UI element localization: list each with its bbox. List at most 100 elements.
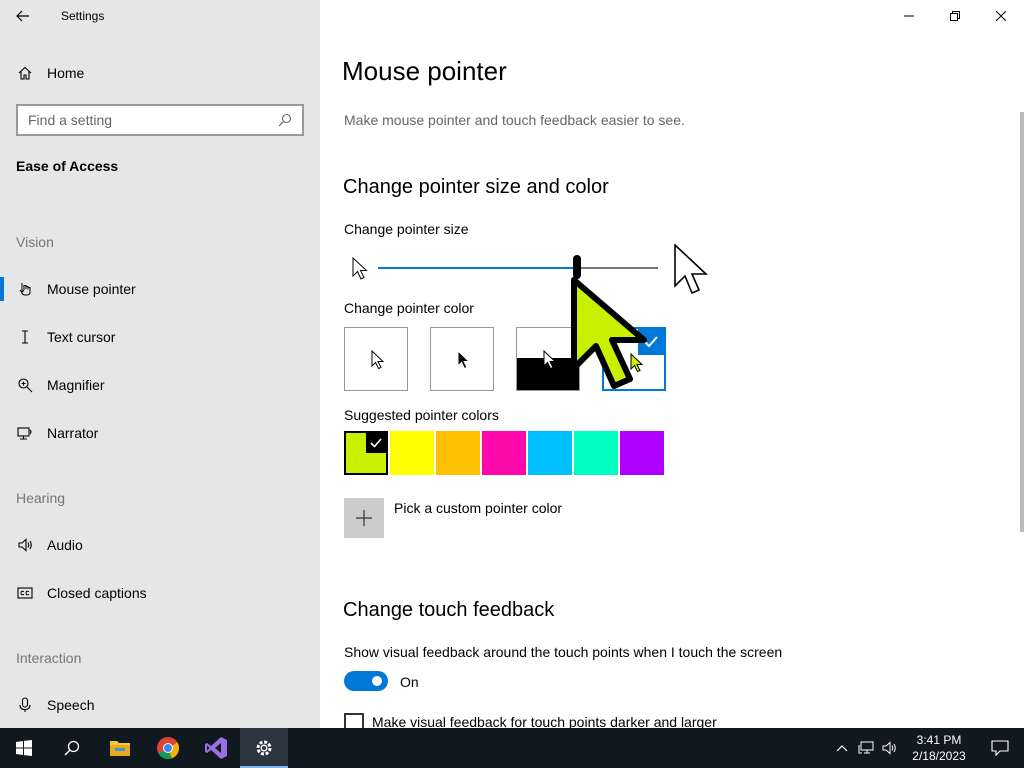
pointer-color-label: Change pointer color (344, 300, 474, 316)
narrator-icon (17, 425, 33, 441)
minimize-button[interactable] (886, 0, 932, 32)
suggested-colors (344, 431, 666, 475)
pointer-size-slider[interactable] (378, 255, 658, 279)
show-hidden-icons-button[interactable] (830, 728, 854, 768)
current-section-title: Ease of Access (16, 158, 119, 174)
swatch-check (366, 433, 386, 453)
sidebar-item-home[interactable]: Home (0, 57, 320, 89)
toggle-state-label: On (400, 674, 419, 690)
audio-icon (17, 537, 33, 553)
sidebar-item-speech[interactable]: Speech (0, 685, 320, 725)
start-button[interactable] (0, 728, 48, 768)
volume-button[interactable] (878, 728, 902, 768)
page-title: Mouse pointer (342, 56, 507, 86)
file-explorer-icon (110, 741, 130, 756)
sidebar-item-narrator[interactable]: Narrator (0, 413, 320, 453)
search-input[interactable]: Find a setting (16, 104, 304, 136)
plus-icon (356, 510, 372, 526)
clock[interactable]: 3:41 PM 2/18/2023 (902, 732, 976, 764)
section-heading-touch: Change touch feedback (343, 599, 555, 621)
sidebar-item-text-cursor[interactable]: Text cursor (0, 317, 320, 357)
white-pointer-icon (371, 350, 385, 370)
visual-studio-button[interactable] (192, 728, 240, 768)
window-controls (886, 0, 1024, 32)
current-pointer-preview-icon (571, 277, 647, 389)
sidebar: Settings Home Find a setting Ease of Acc… (0, 0, 320, 728)
restore-icon (950, 11, 960, 21)
large-pointer-icon (674, 244, 708, 295)
sidebar-item-label: Speech (47, 697, 95, 713)
settings-button[interactable] (240, 728, 288, 768)
scrollbar[interactable] (1020, 112, 1024, 532)
sidebar-item-label: Audio (47, 537, 83, 553)
volume-icon (882, 741, 896, 755)
section-heading-pointer: Change pointer size and color (343, 176, 609, 198)
mouse-pointer-icon (17, 281, 33, 297)
home-icon (17, 65, 33, 81)
main-content: Mouse pointer Make mouse pointer and tou… (320, 0, 1024, 733)
chrome-button[interactable] (144, 728, 192, 768)
suggested-colors-label: Suggested pointer colors (344, 407, 499, 423)
slider-fill (378, 267, 577, 269)
restore-button[interactable] (932, 0, 978, 32)
sidebar-item-label: Magnifier (47, 377, 105, 393)
notification-icon (991, 740, 1009, 756)
chevron-up-icon (836, 745, 848, 752)
group-label-hearing: Hearing (16, 490, 66, 506)
settings-icon (256, 740, 272, 756)
text-cursor-icon (17, 329, 33, 345)
clock-time: 3:41 PM (916, 733, 962, 747)
closed-captions-icon (17, 585, 33, 601)
back-button[interactable] (0, 0, 46, 32)
pick-custom-color-label[interactable]: Pick a custom pointer color (394, 500, 562, 516)
sidebar-item-label: Home (47, 65, 85, 81)
clock-date: 2/18/2023 (912, 749, 966, 763)
chrome-icon (157, 737, 180, 760)
group-label-interaction: Interaction (16, 650, 82, 666)
sidebar-item-label: Narrator (47, 425, 99, 441)
color-swatch[interactable] (620, 431, 664, 475)
sidebar-item-audio[interactable]: Audio (0, 525, 320, 565)
minimize-icon (904, 15, 914, 17)
black-pointer-icon (457, 350, 471, 370)
titlebar: Settings (0, 0, 320, 32)
network-icon (858, 741, 874, 754)
speech-icon (17, 697, 33, 713)
close-button[interactable] (978, 0, 1024, 32)
back-arrow-icon (16, 10, 29, 22)
touch-feedback-label: Show visual feedback around the touch po… (344, 644, 783, 660)
visual-studio-icon (205, 737, 227, 759)
windows-logo-icon (16, 740, 32, 756)
color-swatch[interactable] (390, 431, 434, 475)
pick-custom-color-button[interactable] (344, 498, 384, 538)
file-explorer-button[interactable] (96, 728, 144, 768)
search-icon (64, 740, 80, 756)
inverted-pointer-icon (543, 350, 557, 370)
pointer-size-label: Change pointer size (344, 221, 469, 237)
pointer-color-white[interactable] (344, 327, 408, 391)
app-title: Settings (61, 9, 105, 23)
group-label-vision: Vision (16, 234, 54, 250)
color-swatch[interactable] (482, 431, 526, 475)
color-swatch[interactable] (528, 431, 572, 475)
checkmark-icon (370, 438, 382, 448)
color-swatch[interactable] (344, 431, 388, 475)
taskbar: 3:41 PM 2/18/2023 (0, 728, 1024, 768)
sidebar-item-magnifier[interactable]: Magnifier (0, 365, 320, 405)
sidebar-item-label: Closed captions (47, 585, 147, 601)
color-swatch[interactable] (436, 431, 480, 475)
small-pointer-icon (352, 257, 368, 280)
magnifier-icon (17, 377, 33, 393)
sidebar-item-label: Mouse pointer (47, 281, 136, 297)
network-button[interactable] (854, 728, 878, 768)
close-icon (996, 11, 1006, 21)
color-swatch[interactable] (574, 431, 618, 475)
action-center-button[interactable] (976, 728, 1024, 768)
search-icon (278, 113, 292, 127)
sidebar-item-mouse-pointer[interactable]: Mouse pointer (0, 269, 320, 309)
touch-feedback-toggle[interactable] (344, 671, 388, 691)
taskbar-search-button[interactable] (48, 728, 96, 768)
pointer-color-black[interactable] (430, 327, 494, 391)
sidebar-item-closed-captions[interactable]: Closed captions (0, 573, 320, 613)
system-tray: 3:41 PM 2/18/2023 (830, 728, 1024, 768)
